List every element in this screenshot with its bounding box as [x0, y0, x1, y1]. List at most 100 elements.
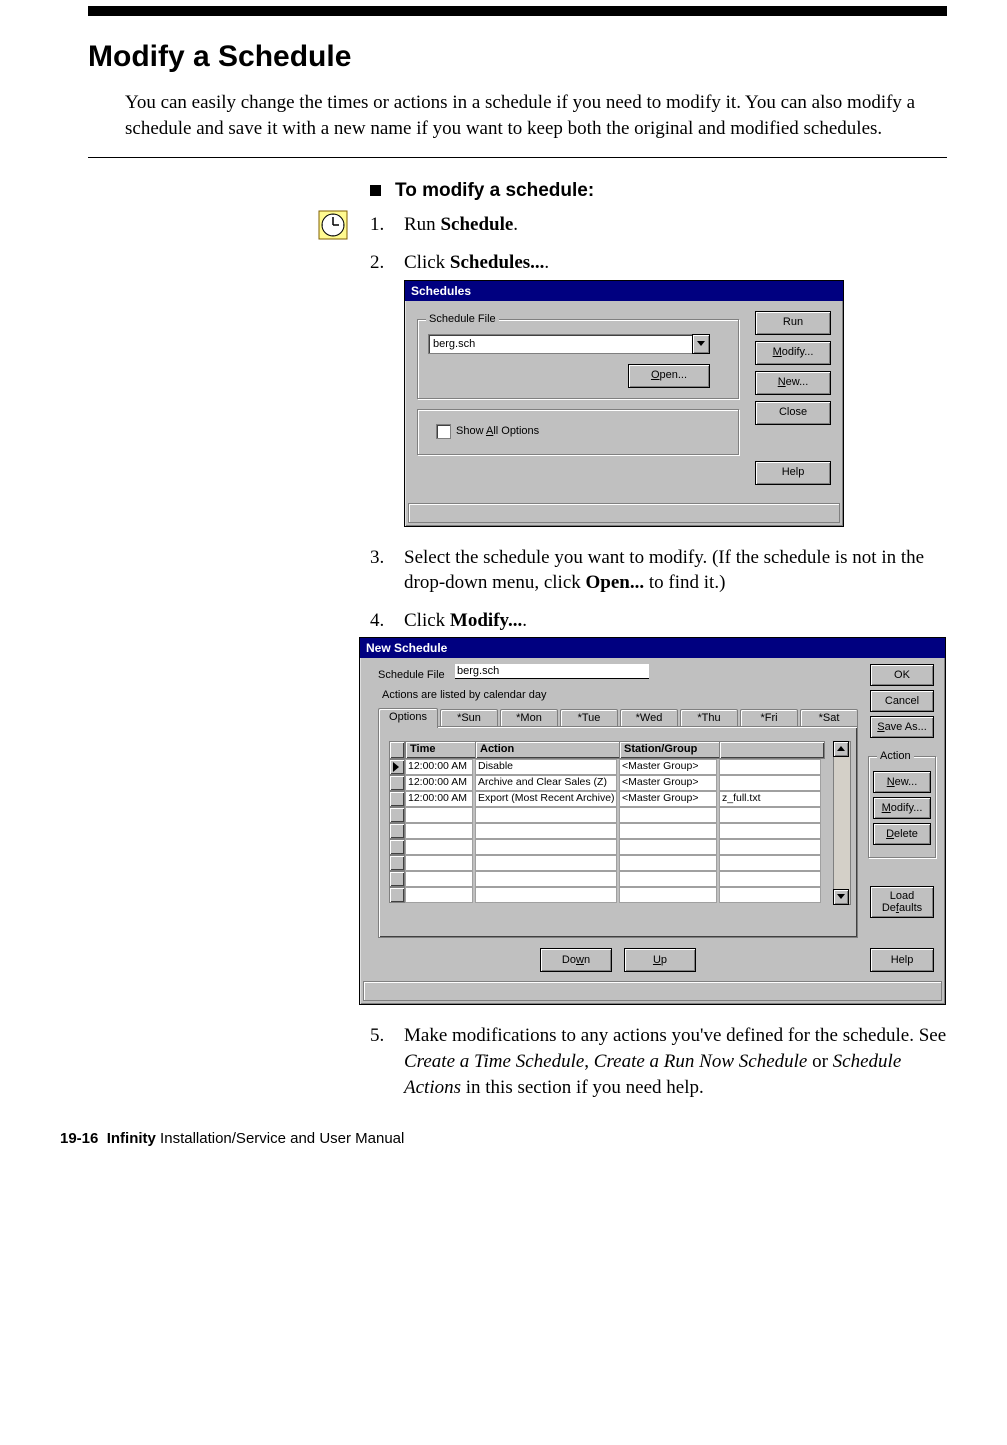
- scroll-down-button[interactable]: [833, 889, 849, 905]
- step-1: Run Schedule.: [370, 212, 947, 238]
- cell-empty[interactable]: [619, 855, 717, 871]
- row-selector[interactable]: [389, 791, 405, 807]
- page-footer: 19-16 Infinity Installation/Service and …: [60, 1130, 1007, 1147]
- save-as-button[interactable]: Save As...: [870, 716, 934, 738]
- row-selector[interactable]: [389, 823, 405, 839]
- dialog-title: Schedules: [405, 281, 843, 301]
- cell-station[interactable]: <Master Group>: [619, 791, 717, 807]
- step-4: Click Modify.... New Schedule Schedule F…: [370, 608, 947, 1006]
- cell-empty[interactable]: [405, 823, 473, 839]
- step-5: Make modifications to any actions you've…: [370, 1023, 947, 1100]
- cell-time[interactable]: 12:00:00 AM: [405, 759, 473, 775]
- action-group: Action New... Modify... Delete: [868, 756, 936, 858]
- header-rule: [88, 6, 947, 16]
- cell-action[interactable]: Disable: [475, 759, 617, 775]
- show-all-options-checkbox[interactable]: [436, 424, 451, 439]
- cell-empty[interactable]: [719, 807, 821, 823]
- cell-empty[interactable]: [405, 855, 473, 871]
- cell-time[interactable]: 12:00:00 AM: [405, 775, 473, 791]
- chevron-down-icon: [697, 340, 705, 348]
- col-time: Time: [405, 741, 477, 759]
- cell-station[interactable]: <Master Group>: [619, 775, 717, 791]
- cell-empty[interactable]: [719, 823, 821, 839]
- action-new-button[interactable]: New...: [873, 771, 931, 793]
- open-button[interactable]: Open...: [628, 364, 710, 388]
- cell-empty[interactable]: [405, 871, 473, 887]
- row-selector[interactable]: [389, 807, 405, 823]
- row-selector-header: [389, 741, 405, 759]
- col-action: Action: [475, 741, 621, 759]
- cell-station[interactable]: <Master Group>: [619, 759, 717, 775]
- show-all-options-label: Show All Options: [456, 424, 539, 439]
- cell-empty[interactable]: [619, 823, 717, 839]
- row-selector[interactable]: [389, 775, 405, 791]
- cell-empty[interactable]: [475, 887, 617, 903]
- cell-extra[interactable]: [719, 759, 821, 775]
- new-button[interactable]: New...: [755, 371, 831, 395]
- cell-extra[interactable]: z_full.txt: [719, 791, 821, 807]
- cancel-button[interactable]: Cancel: [870, 690, 934, 712]
- schedule-file-input[interactable]: berg.sch: [428, 334, 698, 354]
- help-button[interactable]: Help: [755, 461, 831, 485]
- ok-button[interactable]: OK: [870, 664, 934, 686]
- row-selector[interactable]: [389, 839, 405, 855]
- row-selector[interactable]: [389, 871, 405, 887]
- cell-empty[interactable]: [475, 871, 617, 887]
- row-selector[interactable]: [389, 759, 405, 775]
- tab-options[interactable]: Options: [378, 708, 438, 728]
- cell-empty[interactable]: [475, 855, 617, 871]
- row-selector[interactable]: [389, 855, 405, 871]
- scroll-up-button[interactable]: [833, 741, 849, 757]
- cell-empty[interactable]: [619, 839, 717, 855]
- cell-extra[interactable]: [719, 775, 821, 791]
- col-station: Station/Group: [619, 741, 721, 759]
- help-button[interactable]: Help: [870, 948, 934, 972]
- up-button[interactable]: Up: [624, 948, 696, 972]
- vertical-scrollbar[interactable]: [833, 741, 851, 905]
- chevron-up-icon: [837, 745, 845, 753]
- cell-time[interactable]: 12:00:00 AM: [405, 791, 473, 807]
- cell-empty[interactable]: [619, 807, 717, 823]
- step-3: Select the schedule you want to modify. …: [370, 545, 947, 596]
- schedule-file-label: Schedule File: [378, 668, 445, 683]
- cell-empty[interactable]: [719, 871, 821, 887]
- cell-empty[interactable]: [405, 887, 473, 903]
- schedule-file-field[interactable]: berg.sch: [455, 664, 649, 679]
- current-row-icon: [390, 760, 402, 772]
- dropdown-button[interactable]: [692, 334, 710, 354]
- bullet-square-icon: [370, 185, 381, 196]
- cell-empty[interactable]: [475, 823, 617, 839]
- cell-empty[interactable]: [405, 807, 473, 823]
- schedules-dialog: Schedules Schedule File berg.sch Open...: [404, 280, 844, 527]
- cell-empty[interactable]: [405, 839, 473, 855]
- close-button[interactable]: Close: [755, 401, 831, 425]
- modify-button[interactable]: Modify...: [755, 341, 831, 365]
- cell-empty[interactable]: [719, 855, 821, 871]
- cell-empty[interactable]: [719, 887, 821, 903]
- down-button[interactable]: Down: [540, 948, 612, 972]
- cell-empty[interactable]: [619, 887, 717, 903]
- task-heading: To modify a schedule:: [370, 180, 947, 202]
- cell-action[interactable]: Export (Most Recent Archive): [475, 791, 617, 807]
- cell-empty[interactable]: [619, 871, 717, 887]
- status-bar: [363, 981, 942, 1001]
- load-defaults-button[interactable]: LoadDefaults: [870, 886, 934, 918]
- action-group-label: Action: [877, 749, 914, 764]
- new-schedule-dialog: New Schedule Schedule File berg.sch Acti…: [359, 637, 946, 1005]
- cell-empty[interactable]: [475, 839, 617, 855]
- tab-panel: Time Action Station/Group: [378, 726, 858, 938]
- action-modify-button[interactable]: Modify...: [873, 797, 931, 819]
- col-extra: [719, 741, 825, 759]
- action-delete-button[interactable]: Delete: [873, 823, 931, 845]
- run-button[interactable]: Run: [755, 311, 831, 335]
- cell-empty[interactable]: [719, 839, 821, 855]
- note-label: Actions are listed by calendar day: [382, 688, 546, 703]
- row-selector[interactable]: [389, 887, 405, 903]
- cell-empty[interactable]: [475, 807, 617, 823]
- dialog-title: New Schedule: [360, 638, 945, 658]
- section-title: Modify a Schedule: [88, 40, 947, 74]
- group-label: Schedule File: [426, 312, 499, 327]
- divider-rule: [88, 157, 947, 158]
- intro-paragraph: You can easily change the times or actio…: [125, 90, 947, 141]
- cell-action[interactable]: Archive and Clear Sales (Z): [475, 775, 617, 791]
